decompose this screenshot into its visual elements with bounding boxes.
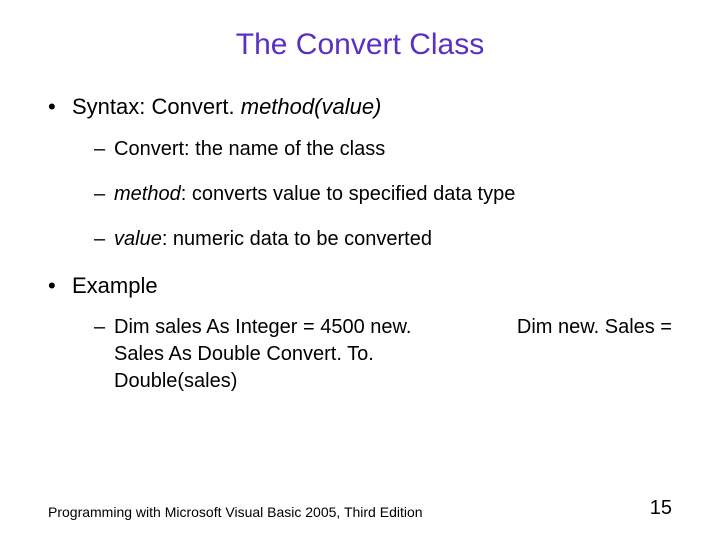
syntax-prefix: Syntax: Convert. (72, 94, 241, 119)
example-item: Dim sales As Integer = 4500 new. Sales A… (94, 314, 672, 395)
slide: The Convert Class Syntax: Convert. metho… (0, 0, 720, 540)
syntax-sublist: Convert: the name of the class method: c… (94, 136, 672, 253)
example-sublist: Dim sales As Integer = 4500 new. Sales A… (94, 314, 672, 395)
sub-value-rest: : numeric data to be converted (162, 228, 432, 250)
example-label: Example (72, 273, 158, 298)
page-number: 15 (650, 497, 672, 520)
bullet-list: Syntax: Convert. method(value) Convert: … (48, 92, 672, 395)
footer: Programming with Microsoft Visual Basic … (48, 497, 672, 520)
sub-method-rest: : converts value to specified data type (181, 183, 516, 205)
syntax-method-word: method (241, 94, 314, 119)
example-left: Dim sales As Integer = 4500 new. Sales A… (114, 314, 438, 395)
sub-convert: Convert: the name of the class (94, 136, 672, 163)
example-wrap: Dim sales As Integer = 4500 new. Sales A… (114, 314, 672, 395)
sub-method-word: method (114, 183, 181, 205)
bullet-example: Example Dim sales As Integer = 4500 new.… (48, 271, 672, 396)
example-right: Dim new. Sales = (460, 314, 672, 341)
slide-title: The Convert Class (48, 28, 672, 62)
sub-value: value: numeric data to be converted (94, 226, 672, 253)
syntax-value-seg: (value) (314, 94, 381, 119)
bullet-syntax: Syntax: Convert. method(value) Convert: … (48, 92, 672, 253)
sub-value-word: value (114, 228, 162, 250)
footer-text: Programming with Microsoft Visual Basic … (48, 504, 423, 520)
sub-method: method: converts value to specified data… (94, 181, 672, 208)
